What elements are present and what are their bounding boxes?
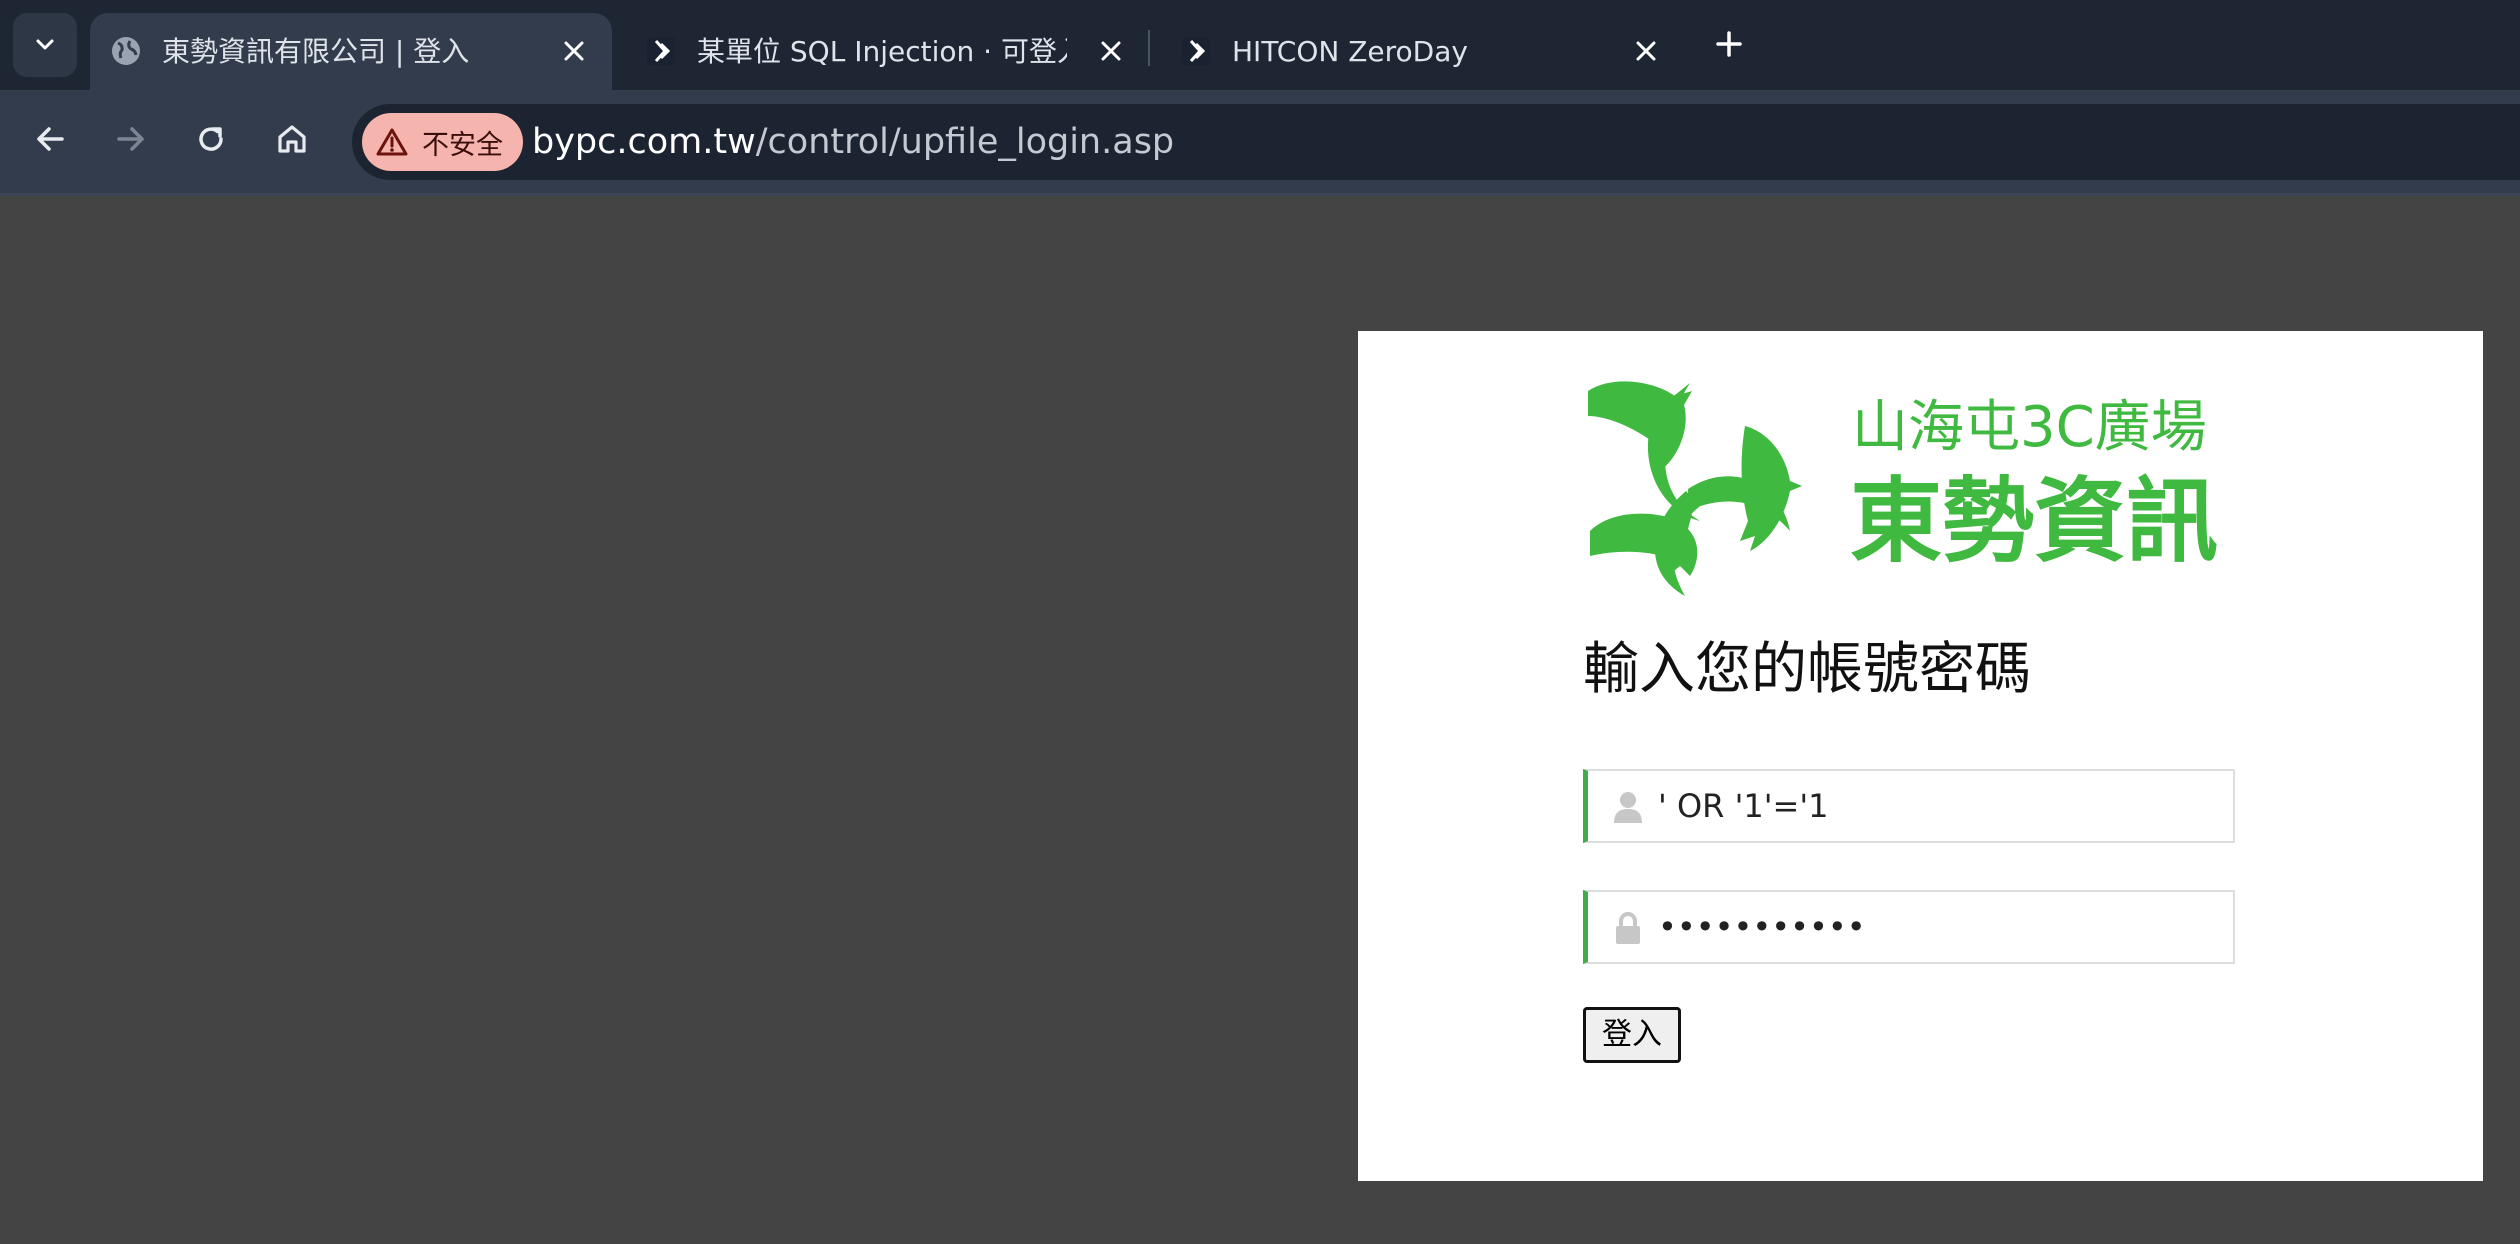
user-icon — [1614, 792, 1642, 823]
warning-triangle-icon — [376, 128, 408, 156]
logo-company-name: 東勢資訊 — [1850, 468, 2218, 575]
login-card: 山海屯3C廣場 東勢資訊 輸入您的帳號密碼 登入 — [1358, 331, 2483, 1181]
url-text[interactable]: bypc.com.tw/control/upfile_login.asp — [532, 104, 1174, 180]
lock-icon — [1616, 912, 1640, 944]
arrow-left-icon — [37, 127, 64, 151]
close-icon[interactable] — [556, 33, 592, 69]
company-logo: 山海屯3C廣場 東勢資訊 — [1588, 381, 2218, 596]
reload-icon — [199, 127, 223, 151]
tab-hitcon-zeroday[interactable]: HITCON ZeroDay — [1160, 13, 1660, 90]
reload-button[interactable] — [185, 113, 237, 165]
forward-button[interactable] — [105, 113, 157, 165]
security-status-label: 不安全 — [422, 129, 503, 161]
arrow-right-icon — [117, 127, 144, 151]
tab-title: 某單位 SQL Injection · 可登入後 — [697, 35, 1067, 68]
url-host: bypc.com.tw — [532, 122, 756, 162]
address-bar[interactable]: 不安全 bypc.com.tw/control/upfile_login.asp — [352, 104, 2520, 180]
tab-title: 東勢資訊有限公司 | 登入 — [162, 35, 470, 68]
hitcon-favicon-icon — [643, 33, 679, 69]
hitcon-favicon-icon — [1178, 33, 1214, 69]
close-icon[interactable] — [1628, 33, 1664, 69]
tab-title: HITCON ZeroDay — [1232, 35, 1468, 68]
tab-sql-injection-report[interactable]: 某單位 SQL Injection · 可登入後 — [625, 13, 1140, 90]
logo-subtitle: 山海屯3C廣場 — [1852, 395, 2207, 460]
page-content: 山海屯3C廣場 東勢資訊 輸入您的帳號密碼 登入 — [0, 196, 2520, 1244]
password-field[interactable] — [1583, 890, 2235, 964]
tab-login-page[interactable]: 東勢資訊有限公司 | 登入 — [90, 13, 612, 90]
url-path: /control/upfile_login.asp — [755, 122, 1175, 162]
close-icon[interactable] — [1093, 33, 1129, 69]
login-heading: 輸入您的帳號密碼 — [1583, 637, 2031, 702]
chevron-down-icon — [36, 39, 54, 50]
login-submit-button[interactable]: 登入 — [1583, 1007, 1681, 1063]
home-button[interactable] — [266, 113, 318, 165]
home-icon — [278, 125, 306, 153]
browser-window-chrome: 東勢資訊有限公司 | 登入 某單位 SQL Injection · 可登入後 — [0, 0, 2520, 196]
navigation-toolbar: 不安全 bypc.com.tw/control/upfile_login.asp — [0, 90, 2520, 196]
globe-icon — [108, 33, 144, 69]
username-input[interactable] — [1658, 771, 2218, 841]
tab-search-button[interactable] — [13, 13, 77, 77]
password-input[interactable] — [1658, 892, 2218, 962]
new-tab-button[interactable] — [1709, 24, 1749, 64]
plus-icon — [1716, 31, 1742, 57]
security-status-chip[interactable]: 不安全 — [362, 113, 523, 171]
tab-strip: 東勢資訊有限公司 | 登入 某單位 SQL Injection · 可登入後 — [0, 0, 2520, 90]
username-field[interactable] — [1583, 769, 2235, 843]
back-button[interactable] — [24, 113, 76, 165]
tab-separator — [1148, 30, 1150, 66]
